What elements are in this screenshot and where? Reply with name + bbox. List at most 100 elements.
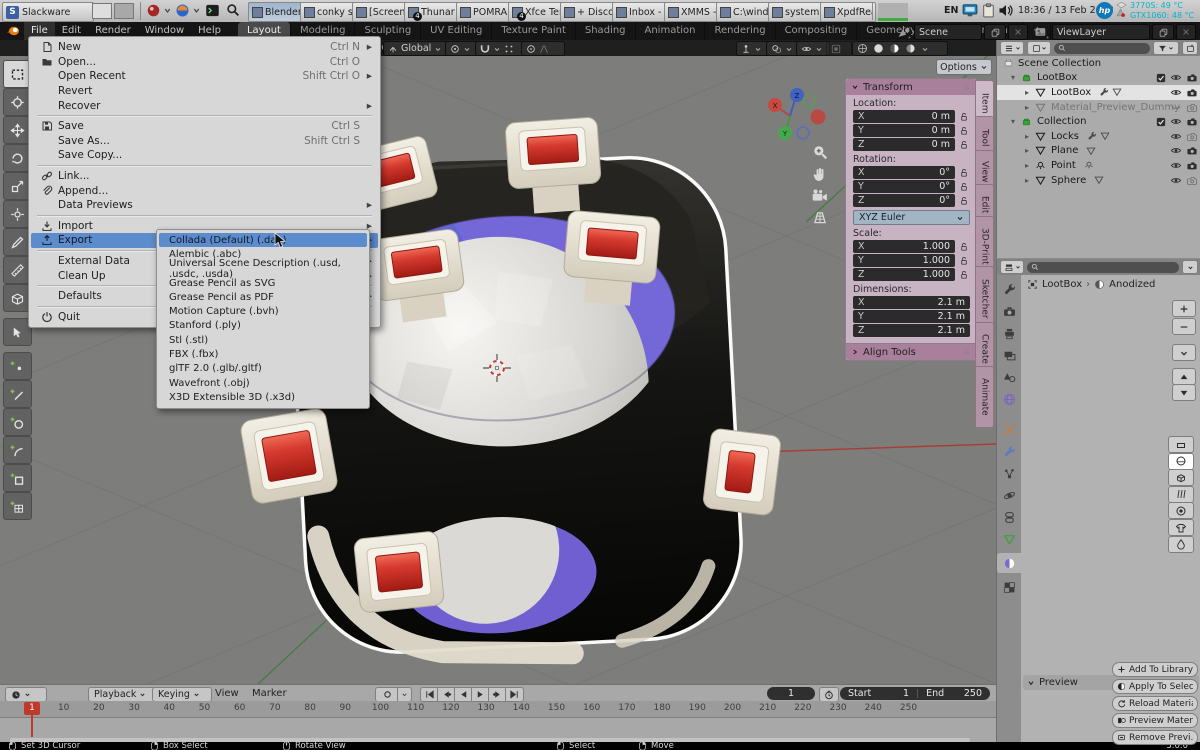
navigation-gizmo[interactable]: X Z Y bbox=[762, 86, 826, 146]
tool-add-grid[interactable] bbox=[3, 492, 32, 520]
outliner-new-collection-button[interactable] bbox=[1182, 41, 1198, 55]
taskbar-window-9[interactable]: C:\windo... bbox=[716, 2, 772, 22]
snapping-controls[interactable] bbox=[475, 41, 525, 56]
properties-tab-object-icon[interactable] bbox=[997, 419, 1021, 439]
tool-add-line[interactable] bbox=[3, 380, 32, 408]
properties-tab-texture-icon[interactable] bbox=[997, 577, 1021, 597]
shading-mode-buttons[interactable] bbox=[852, 41, 948, 56]
lock-icon[interactable] bbox=[959, 125, 970, 136]
sidebar-tab-animate[interactable]: Animate bbox=[975, 366, 994, 428]
timeline-ruler[interactable]: 1102030405060708090100110120130140150160… bbox=[0, 701, 996, 718]
render-camera-icon[interactable] bbox=[1186, 160, 1198, 171]
taskbar-window-3[interactable]: Thunar4 bbox=[404, 2, 460, 22]
export-menu-item-universal-scene-description-usd-usdc-usda-[interactable]: Universal Scene Description (.usd, .usdc… bbox=[159, 262, 367, 276]
viewlayer-remove-button[interactable]: × bbox=[1176, 24, 1196, 40]
render-camera-icon[interactable] bbox=[1186, 116, 1198, 127]
preview-type-cube-button[interactable] bbox=[1168, 469, 1194, 486]
export-menu-item-x3d-extensible-3d-x3d-[interactable]: X3D Extensible 3D (.x3d) bbox=[159, 390, 367, 404]
export-menu-item-wavefront-obj-[interactable]: Wavefront (.obj) bbox=[159, 376, 367, 390]
preview-type-fluid-button[interactable] bbox=[1168, 536, 1194, 553]
transform-value-field[interactable]: Y1.000 bbox=[853, 254, 955, 267]
library-remove-previ--button[interactable]: Remove Previ... bbox=[1112, 730, 1198, 745]
taskbar-window-8[interactable]: XMMS - ... bbox=[664, 2, 720, 22]
collection-checkbox[interactable] bbox=[1156, 117, 1166, 127]
slot-specials-button[interactable] bbox=[1172, 344, 1196, 361]
render-camera-icon[interactable] bbox=[1186, 175, 1198, 186]
workspace-pager[interactable] bbox=[92, 3, 134, 19]
outliner-search-field[interactable] bbox=[1054, 43, 1150, 54]
keying-set-dropdown[interactable] bbox=[397, 687, 412, 702]
taskbar-window-0[interactable]: Blender*... bbox=[248, 2, 304, 22]
camera-view-icon[interactable] bbox=[811, 188, 828, 203]
pivot-point-dropdown[interactable] bbox=[445, 41, 479, 56]
viewlayer-copy-button[interactable] bbox=[1152, 24, 1174, 40]
taskbar-window-6[interactable]: + Discor... bbox=[560, 2, 616, 22]
lock-icon[interactable] bbox=[959, 167, 970, 178]
outliner-filter-button[interactable] bbox=[1153, 41, 1179, 55]
outliner-row-lootbox[interactable]: ▾LootBox bbox=[997, 71, 1200, 86]
tool-add-circle[interactable] bbox=[3, 408, 32, 436]
clipboard-tray-icon[interactable] bbox=[982, 3, 995, 18]
timeline-track-area[interactable] bbox=[0, 717, 996, 737]
export-menu-item-motion-capture-bvh-[interactable]: Motion Capture (.bvh) bbox=[159, 304, 367, 318]
library-reload-material-button[interactable]: Reload Material bbox=[1112, 696, 1198, 711]
playhead-frame-tag[interactable]: 1 bbox=[24, 702, 40, 715]
properties-tab-objdata-icon[interactable] bbox=[997, 529, 1021, 549]
taskbar-window-1[interactable]: conky sy... bbox=[300, 2, 356, 22]
taskbar-window-2[interactable]: [Screens... bbox=[352, 2, 408, 22]
timeline-view-menu[interactable]: View bbox=[215, 688, 239, 699]
volume-tray-icon[interactable] bbox=[998, 4, 1014, 17]
transform-value-field[interactable]: X2.1 m bbox=[853, 296, 970, 309]
display-tray-icon[interactable] bbox=[962, 3, 978, 18]
workspace-2[interactable] bbox=[114, 3, 134, 19]
outliner-row-scene-collection[interactable]: Scene Collection bbox=[997, 56, 1200, 71]
library-apply-to-selec--button[interactable]: Apply To Selec... bbox=[1112, 679, 1198, 694]
file-menu-item-open-[interactable]: Open...Ctrl O bbox=[31, 55, 378, 70]
properties-tab-output-icon[interactable] bbox=[997, 323, 1021, 343]
properties-editor-type-button[interactable] bbox=[1000, 260, 1024, 274]
browser-chevron-icon[interactable] bbox=[192, 6, 201, 15]
xray-toggle[interactable] bbox=[826, 41, 852, 56]
visibility-eye-icon[interactable] bbox=[1170, 116, 1182, 127]
preview-type-shaderball-button[interactable] bbox=[1168, 502, 1194, 519]
scene-unlink-button[interactable]: × bbox=[1008, 24, 1028, 40]
tab-texture-paint[interactable]: Texture Paint bbox=[492, 22, 576, 40]
transform-value-field[interactable]: Y0° bbox=[853, 180, 955, 193]
properties-tab-constraint-icon[interactable] bbox=[997, 507, 1021, 527]
pan-viewport-icon[interactable] bbox=[812, 166, 828, 182]
transform-value-field[interactable]: Y2.1 m bbox=[853, 310, 970, 323]
render-camera-icon[interactable] bbox=[1186, 87, 1198, 98]
properties-tab-particles-icon[interactable] bbox=[997, 463, 1021, 483]
timeline-marker-menu[interactable]: Marker bbox=[252, 688, 287, 699]
remove-material-slot-button[interactable] bbox=[1172, 318, 1196, 335]
move-slot-up-button[interactable] bbox=[1172, 368, 1196, 385]
tab-shading[interactable]: Shading bbox=[576, 22, 636, 40]
properties-tab-tool-icon[interactable] bbox=[997, 279, 1021, 299]
outliner-editor-type-button[interactable] bbox=[1000, 41, 1024, 55]
preview-type-plane-button[interactable] bbox=[1168, 436, 1194, 453]
taskbar-window-11[interactable]: XpdfRea... bbox=[820, 2, 876, 22]
overlays-dropdown[interactable] bbox=[766, 41, 800, 56]
render-camera-icon[interactable] bbox=[1186, 102, 1198, 113]
tab-animation[interactable]: Animation bbox=[636, 22, 706, 40]
outliner-display-mode-button[interactable] bbox=[1027, 41, 1051, 55]
outliner-row-collection[interactable]: ▾Collection bbox=[997, 114, 1200, 129]
file-menu-item-save[interactable]: SaveCtrl S bbox=[31, 119, 378, 134]
outliner-row-lootbox[interactable]: ▸LootBox bbox=[997, 85, 1200, 100]
properties-tab-world-icon[interactable] bbox=[997, 389, 1021, 409]
outliner-row-sphere[interactable]: ▸Sphere bbox=[997, 173, 1200, 188]
tool-add-point[interactable] bbox=[3, 352, 32, 380]
add-material-slot-button[interactable] bbox=[1172, 300, 1196, 317]
visibility-eye-icon[interactable] bbox=[1170, 160, 1182, 171]
launcher-app-icon[interactable] bbox=[146, 3, 161, 18]
tool-add-box[interactable] bbox=[3, 464, 32, 492]
tray-monitor-widget[interactable] bbox=[878, 3, 908, 21]
properties-tab-scene-icon[interactable] bbox=[997, 367, 1021, 387]
use-preview-range-button[interactable] bbox=[819, 687, 839, 702]
render-camera-icon[interactable] bbox=[1186, 131, 1198, 142]
disclosure-icon[interactable]: ▸ bbox=[1025, 146, 1035, 155]
transform-value-field[interactable]: Z0° bbox=[853, 194, 955, 207]
disclosure-icon[interactable]: ▸ bbox=[1025, 176, 1035, 185]
export-menu-item-grease-pencil-as-svg[interactable]: Grease Pencil as SVG bbox=[159, 276, 367, 290]
frame-range-fields[interactable]: Start 1 End 250 bbox=[840, 687, 990, 700]
